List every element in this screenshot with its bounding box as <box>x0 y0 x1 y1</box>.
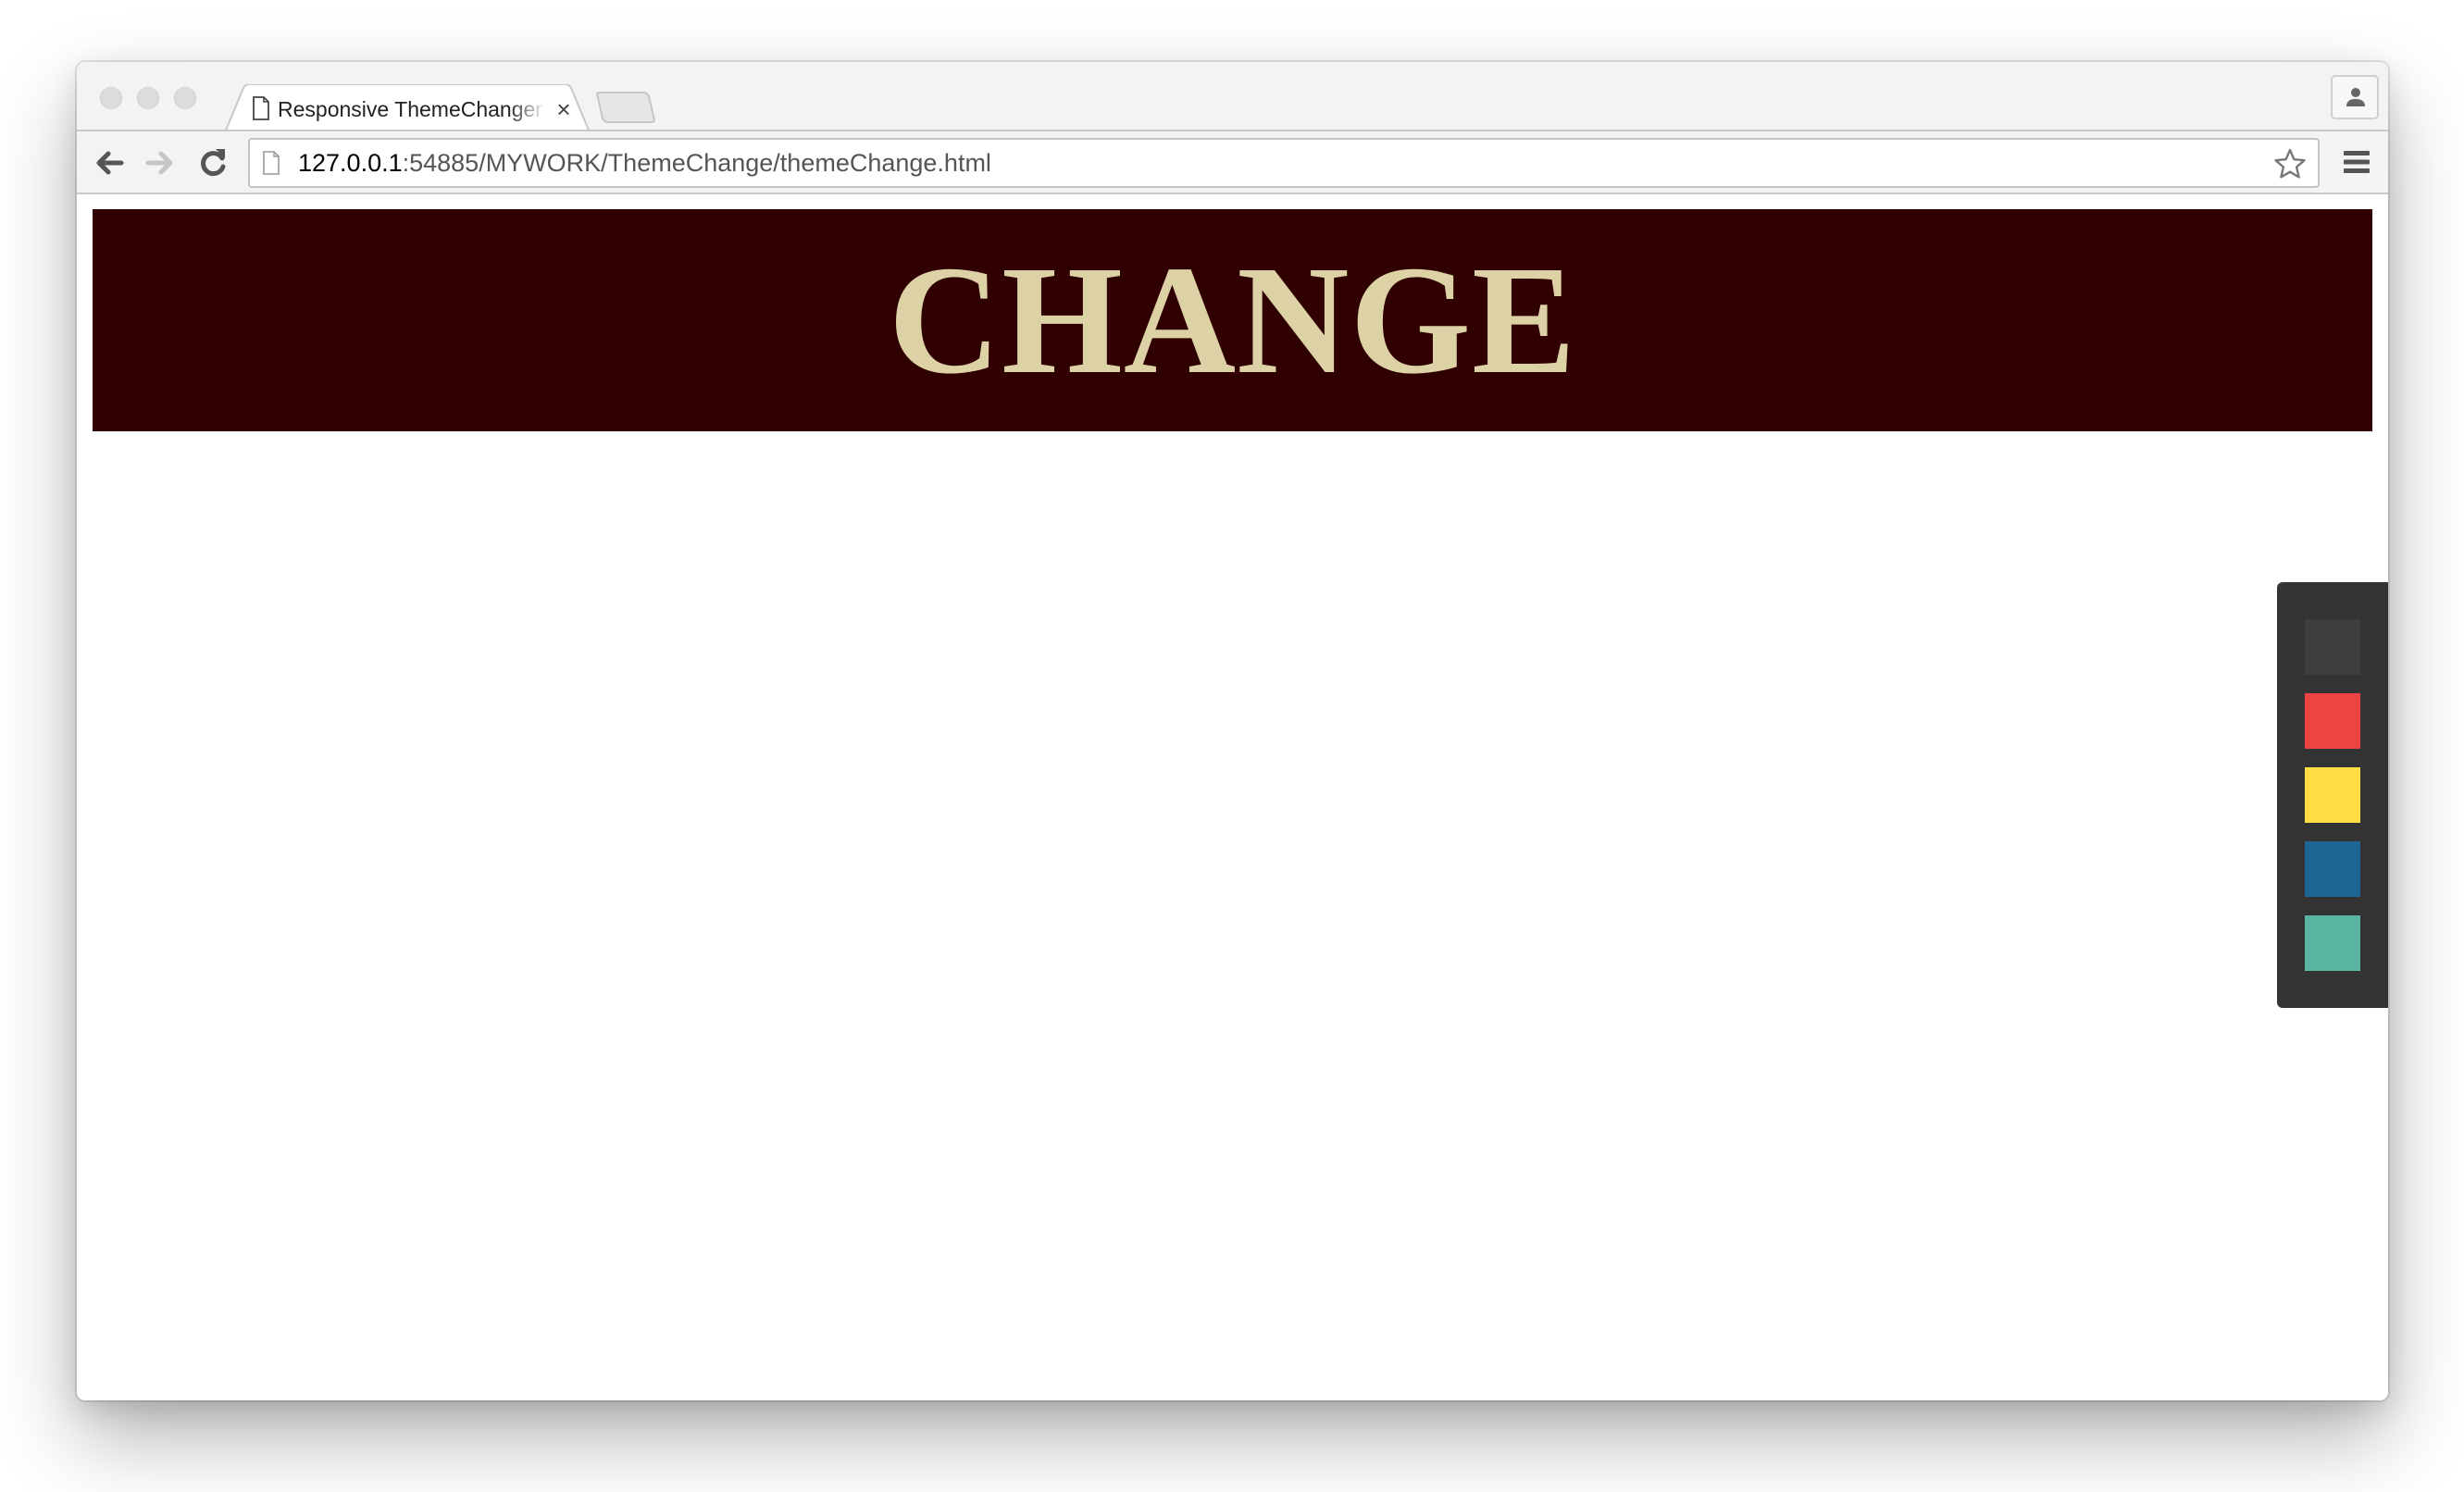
page-banner: CHANGE <box>93 209 2372 431</box>
url-text[interactable]: 127.0.0.1:54885/MYWORK/ThemeChange/theme… <box>298 140 991 186</box>
theme-swatch-teal[interactable] <box>2305 915 2360 971</box>
tab-title: Responsive ThemeChanger <box>278 97 542 121</box>
reload-icon <box>201 149 226 177</box>
back-button[interactable] <box>91 144 128 181</box>
zoom-window-button[interactable] <box>174 87 196 109</box>
page-viewport: CHANGE <box>77 194 2388 1400</box>
hamburger-menu-icon <box>2344 151 2370 173</box>
new-tab-button[interactable] <box>595 92 656 128</box>
reload-button[interactable] <box>194 144 231 181</box>
minimize-window-button[interactable] <box>137 87 159 109</box>
address-bar[interactable]: 127.0.0.1:54885/MYWORK/ThemeChange/theme… <box>248 138 2320 188</box>
url-host: 127.0.0.1 <box>298 149 403 177</box>
browser-toolbar: 127.0.0.1:54885/MYWORK/ThemeChange/theme… <box>77 130 2388 194</box>
back-arrow-icon <box>96 151 124 175</box>
page-icon <box>252 96 270 125</box>
bookmark-star-button[interactable] <box>2273 147 2307 185</box>
banner-title: CHANGE <box>888 234 1577 406</box>
page-icon <box>262 151 280 180</box>
theme-swatch-dark[interactable] <box>2305 619 2360 675</box>
browser-window: Responsive ThemeChanger × 127.0.0.1:5488… <box>77 62 2388 1400</box>
star-icon <box>2274 148 2306 179</box>
browser-menu-button[interactable] <box>2342 148 2371 176</box>
forward-button[interactable] <box>142 144 179 181</box>
url-path: :54885/MYWORK/ThemeChange/themeChange.ht… <box>402 149 991 177</box>
person-icon <box>2346 88 2365 106</box>
tab-strip: Responsive ThemeChanger × <box>77 62 2388 132</box>
theme-swatch-blue[interactable] <box>2305 841 2360 897</box>
close-window-button[interactable] <box>100 87 122 109</box>
profile-button[interactable] <box>2331 75 2379 119</box>
theme-swatch-red[interactable] <box>2305 693 2360 749</box>
tab-close-icon[interactable]: × <box>552 95 576 123</box>
theme-switcher-panel <box>2277 582 2388 1008</box>
forward-arrow-icon <box>145 151 173 175</box>
theme-swatch-yellow[interactable] <box>2305 767 2360 823</box>
browser-tab[interactable]: Responsive ThemeChanger × <box>225 84 590 132</box>
